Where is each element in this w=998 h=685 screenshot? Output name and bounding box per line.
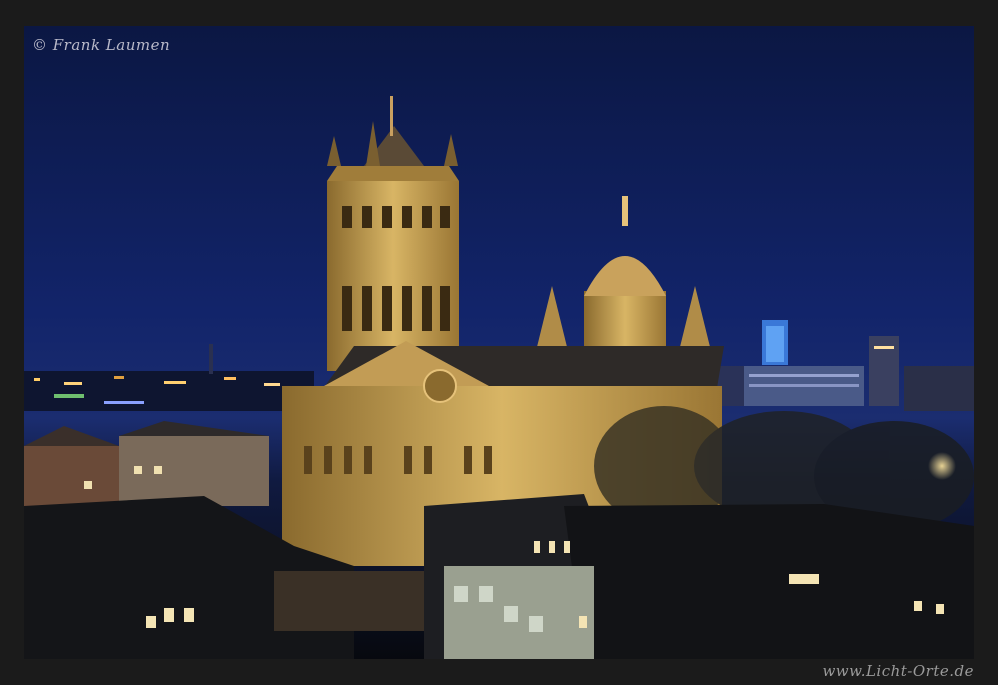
website-watermark: www.Licht-Orte.de <box>822 662 974 680</box>
copyright-watermark: © Frank Laumen <box>32 36 171 54</box>
foreground-rooftops <box>24 494 974 659</box>
rose-window <box>423 369 457 403</box>
photo-scene <box>24 26 974 659</box>
street-lamp <box>928 452 956 480</box>
left-houses <box>24 421 269 506</box>
night-church-photo <box>24 26 974 659</box>
